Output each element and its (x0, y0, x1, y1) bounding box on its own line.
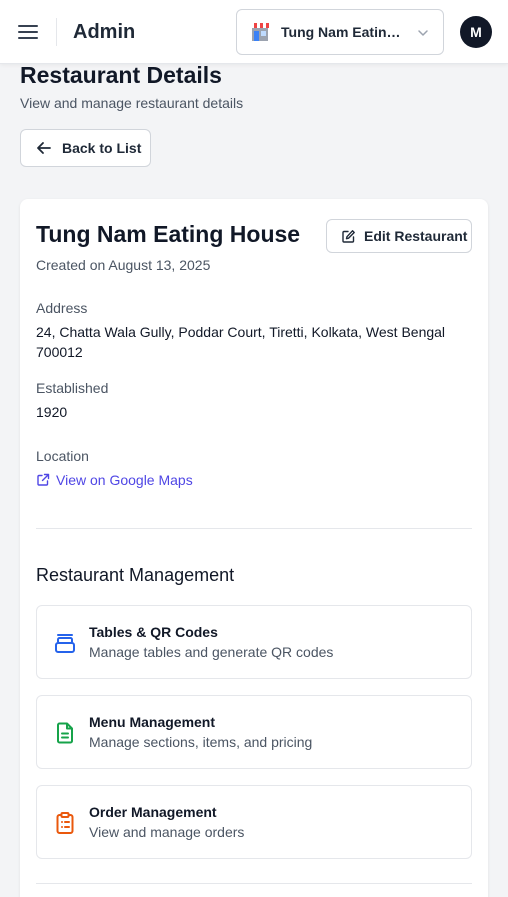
store-icon (251, 23, 269, 41)
restaurant-selector-label: Tung Nam Eating House (281, 24, 405, 40)
external-link-icon (37, 473, 50, 486)
established-value: 1920 (36, 404, 68, 420)
tables-qr-codes-description: Manage tables and generate QR codes (89, 644, 334, 660)
address-value: 24, Chatta Wala Gully, Poddar Court, Tir… (36, 324, 446, 360)
google-maps-link-label: View on Google Maps (56, 472, 193, 488)
top-bar: Admin Tung Nam Eating House M (0, 0, 508, 64)
back-to-list-button[interactable]: Back to List (20, 129, 151, 167)
header-divider (56, 18, 57, 46)
section-divider (36, 528, 472, 529)
page-subtitle: View and manage restaurant details (20, 95, 244, 111)
edit-restaurant-label: Edit Restaurant (364, 228, 468, 244)
location-label: Location (36, 448, 89, 464)
order-management-title: Order Management (89, 804, 217, 820)
arrow-left-icon (37, 142, 51, 154)
restaurant-details-card: Tung Nam Eating House Created on August … (20, 199, 488, 897)
back-to-list-label: Back to List (62, 140, 142, 156)
clipboard-list-icon (56, 812, 74, 834)
address-label: Address (36, 300, 88, 316)
restaurant-selector[interactable]: Tung Nam Eating House (236, 9, 444, 55)
chevron-down-icon (418, 30, 428, 36)
menu-management-description: Manage sections, items, and pricing (89, 734, 313, 750)
document-icon (57, 722, 73, 744)
page-title: Restaurant Details (20, 62, 222, 88)
app-title: Admin (73, 21, 136, 43)
menu-management-title: Menu Management (89, 714, 216, 730)
established-label: Established (36, 380, 109, 396)
google-maps-link[interactable]: View on Google Maps (36, 471, 193, 489)
edit-restaurant-button[interactable]: Edit Restaurant (326, 219, 472, 253)
hamburger-menu-icon[interactable] (16, 20, 40, 44)
edit-icon (342, 229, 355, 243)
tables-qr-codes-card[interactable]: Tables & QR Codes Manage tables and gene… (36, 605, 472, 679)
avatar[interactable]: M (460, 16, 492, 48)
management-section-title: Restaurant Management (36, 565, 235, 585)
restaurant-name: Tung Nam Eating House (36, 221, 301, 247)
bottom-divider (36, 883, 472, 884)
order-management-card[interactable]: Order Management View and manage orders (36, 785, 472, 859)
table-icon (55, 634, 75, 653)
menu-management-card[interactable]: Menu Management Manage sections, items, … (36, 695, 472, 769)
tables-qr-codes-title: Tables & QR Codes (89, 624, 218, 640)
order-management-description: View and manage orders (89, 824, 245, 840)
created-date: Created on August 13, 2025 (36, 257, 211, 273)
